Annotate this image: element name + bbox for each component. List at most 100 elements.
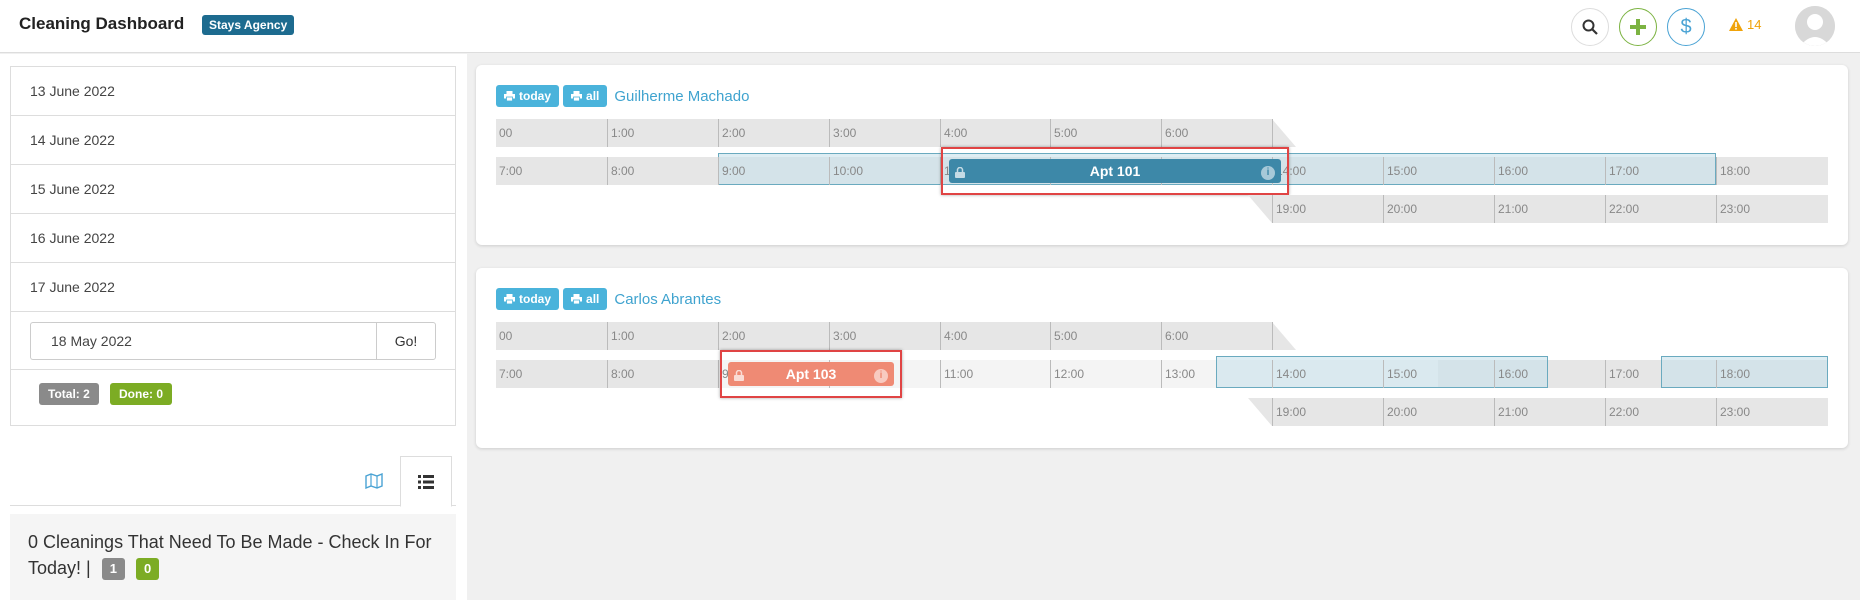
tick-label: 2:00 [718, 322, 745, 350]
tick-label: 8:00 [607, 157, 634, 185]
tick-label: 16:00 [1494, 157, 1528, 185]
tick-label: 17:00 [1605, 360, 1639, 388]
dollar-icon: $ [1680, 15, 1692, 38]
tick-label: 1:00 [607, 119, 634, 147]
map-icon [365, 473, 383, 489]
go-button[interactable]: Go! [376, 322, 436, 360]
date-item[interactable]: 14 June 2022 [11, 116, 455, 165]
tick-label: 2:00 [718, 119, 745, 147]
tick-label: 6:00 [1161, 322, 1188, 350]
tick-label: 22:00 [1605, 398, 1639, 426]
totals-row: Total: 2 Done: 0 [11, 370, 455, 425]
tick-label: 22:00 [1605, 195, 1639, 223]
print-today-label: today [519, 89, 552, 103]
tick-label: 00 [499, 329, 513, 343]
tick-label: 6:00 [1161, 119, 1188, 147]
tick-label: 1:00 [607, 322, 634, 350]
tick-label: 20:00 [1383, 398, 1417, 426]
tick-label: 00 [499, 126, 513, 140]
view-tabs [10, 456, 456, 507]
timeline: 00 1:00 2:00 3:00 4:00 5:00 6:00 7:00 8:… [496, 119, 1828, 229]
add-button[interactable] [1619, 8, 1657, 46]
warning-icon [1729, 18, 1743, 31]
print-today-label: today [519, 292, 552, 306]
tick-label: 17:00 [1605, 157, 1639, 185]
agency-badge[interactable]: Stays Agency [202, 15, 295, 35]
tick-label: 18:00 [1716, 157, 1750, 185]
card-actions: today all Guilherme Machado [496, 85, 749, 107]
date-list: 13 June 2022 14 June 2022 15 June 2022 1… [10, 66, 456, 426]
print-icon [504, 294, 515, 304]
tab-list[interactable] [400, 456, 452, 507]
tick-label: 8:00 [607, 360, 634, 388]
tick-label: 11:00 [940, 360, 973, 388]
tick-label: 7:00 [499, 164, 523, 178]
date-item[interactable]: 16 June 2022 [11, 214, 455, 263]
cleanings-summary: 0 Cleanings That Need To Be Made - Check… [10, 514, 456, 600]
tick-label: 14:00 [1272, 360, 1306, 388]
tick-label: 21:00 [1494, 195, 1528, 223]
goto-date-input[interactable]: 18 May 2022 [30, 322, 376, 360]
tick-label: 4:00 [940, 322, 967, 350]
list-icon [418, 474, 434, 489]
timeline-row-evening: 19:00 20:00 21:00 22:00 23:00 [1248, 398, 1828, 426]
print-all-button[interactable]: all [563, 288, 608, 310]
sidebar: 13 June 2022 14 June 2022 15 June 2022 1… [0, 54, 467, 600]
tick-label: 15:00 [1383, 360, 1417, 388]
alerts-indicator[interactable]: 14 [1729, 17, 1761, 32]
top-header: Cleaning Dashboard Stays Agency $ 14 [0, 0, 1860, 53]
cleaner-name-link[interactable]: Carlos Abrantes [614, 291, 721, 308]
print-all-label: all [586, 292, 600, 306]
date-item[interactable]: 13 June 2022 [11, 67, 455, 116]
tab-map[interactable] [348, 456, 400, 506]
date-item[interactable]: 15 June 2022 [11, 165, 455, 214]
tick-label: 19:00 [1272, 195, 1306, 223]
selection-highlight [720, 350, 902, 398]
tick-label: 3:00 [829, 322, 856, 350]
timeline-row-evening: 19:00 20:00 21:00 22:00 23:00 [1248, 195, 1828, 223]
card-actions: today all Carlos Abrantes [496, 288, 721, 310]
cleanings-text: 0 Cleanings That Need To Be Made - Check… [28, 532, 432, 578]
tick-label: 23:00 [1716, 195, 1750, 223]
tick-label: 15:00 [1383, 157, 1417, 185]
tick-label: 5:00 [1050, 119, 1077, 147]
cleaner-name-link[interactable]: Guilherme Machado [614, 88, 749, 105]
count-badge-gray: 1 [101, 558, 125, 580]
date-item[interactable]: 17 June 2022 [11, 263, 455, 312]
tick-label: 3:00 [829, 119, 856, 147]
timeline-row-night: 00 1:00 2:00 3:00 4:00 5:00 6:00 [496, 322, 1296, 350]
tick-label: 5:00 [1050, 322, 1077, 350]
tick-label: 7:00 [499, 367, 523, 381]
row-arrow [1248, 398, 1272, 426]
done-badge: Done: 0 [110, 383, 173, 405]
selection-highlight [941, 147, 1289, 195]
tick-label: 19:00 [1272, 398, 1306, 426]
tick-label: 13:00 [1161, 360, 1195, 388]
schedule-card: today all Carlos Abrantes 00 1:00 2:00 3… [476, 268, 1848, 448]
tick-label: 4:00 [940, 119, 967, 147]
plus-icon [1630, 19, 1646, 35]
goto-date-row: 18 May 2022 Go! [11, 312, 455, 370]
schedule-card: today all Guilherme Machado 00 1:00 2:00… [476, 65, 1848, 245]
print-icon [571, 294, 583, 304]
print-icon [504, 91, 515, 101]
print-all-button[interactable]: all [563, 85, 608, 107]
tick-label: 23:00 [1716, 398, 1750, 426]
page-title: Cleaning Dashboard [19, 14, 185, 33]
print-today-button[interactable]: today [496, 288, 560, 310]
timeline-row-night: 00 1:00 2:00 3:00 4:00 5:00 6:00 [496, 119, 1296, 147]
alerts-count: 14 [1747, 17, 1762, 32]
row-arrow [1248, 195, 1272, 223]
timeline: 00 1:00 2:00 3:00 4:00 5:00 6:00 7:00 8:… [496, 322, 1828, 432]
print-icon [571, 91, 583, 101]
user-avatar-icon [1795, 6, 1835, 46]
tick-label: 9:00 [718, 157, 745, 185]
count-badge-green: 0 [135, 558, 160, 580]
search-button[interactable] [1571, 8, 1609, 46]
tick-label: 16:00 [1494, 360, 1528, 388]
print-today-button[interactable]: today [496, 85, 560, 107]
dollar-button[interactable]: $ [1667, 8, 1705, 46]
tick-label: 21:00 [1494, 398, 1528, 426]
user-avatar[interactable] [1795, 6, 1835, 46]
print-all-label: all [586, 89, 600, 103]
